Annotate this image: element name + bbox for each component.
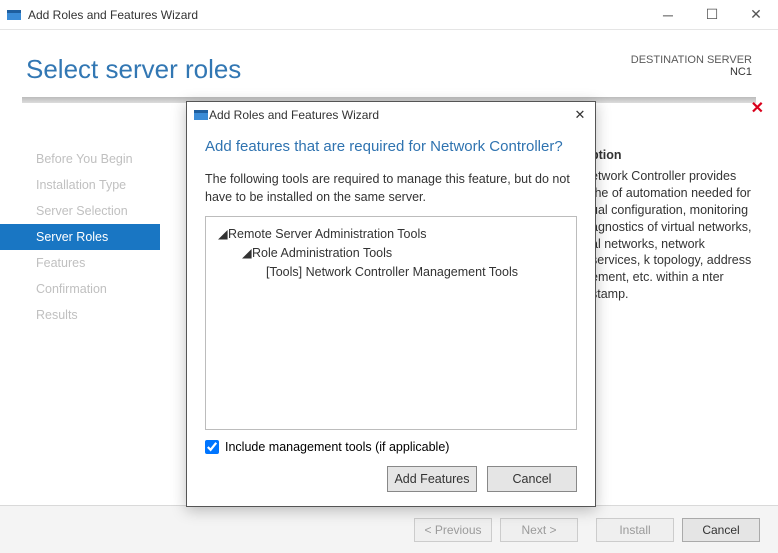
install-button[interactable]: Install [596, 518, 674, 542]
destination-info: DESTINATION SERVER NC1 [631, 54, 752, 78]
previous-button[interactable]: < Previous [414, 518, 492, 542]
window-titlebar: Add Roles and Features Wizard ─ ☐ ✕ [0, 0, 778, 30]
wizard-footer: < Previous Next > Install Cancel [0, 505, 778, 553]
dialog-app-icon [193, 107, 209, 123]
dialog-cancel-button[interactable]: Cancel [487, 466, 577, 492]
nav-results[interactable]: Results [0, 302, 160, 328]
dialog-body: Add features that are required for Netwo… [187, 128, 595, 506]
nav-server-selection[interactable]: Server Selection [0, 198, 160, 224]
description-text: etwork Controller provides the of automa… [591, 168, 756, 303]
app-icon [6, 7, 22, 23]
cancel-button[interactable]: Cancel [682, 518, 760, 542]
destination-label: DESTINATION SERVER [631, 54, 752, 66]
dialog-heading: Add features that are required for Netwo… [205, 138, 577, 155]
dialog-explain: The following tools are required to mana… [205, 171, 577, 206]
include-tools-label: Include management tools (if applicable) [225, 440, 449, 454]
nav-before-you-begin[interactable]: Before You Begin [0, 146, 160, 172]
include-tools-checkbox[interactable] [205, 440, 219, 454]
tree-item[interactable]: [Tools] Network Controller Management To… [216, 263, 566, 282]
destination-server: NC1 [631, 66, 752, 78]
add-features-button[interactable]: Add Features [387, 466, 477, 492]
tree-item[interactable]: ◢Remote Server Administration Tools [216, 225, 566, 244]
wizard-header: Select server roles DESTINATION SERVER N… [0, 30, 778, 97]
required-tools-tree: ◢Remote Server Administration Tools ◢Rol… [205, 216, 577, 430]
role-description: ption etwork Controller provides the of … [591, 148, 756, 303]
include-tools-row[interactable]: Include management tools (if applicable) [205, 440, 577, 454]
error-icon[interactable]: ✕ [751, 98, 764, 118]
wizard-nav: Before You Begin Installation Type Serve… [0, 134, 160, 505]
tree-item[interactable]: ◢Role Administration Tools [216, 244, 566, 263]
page-title: Select server roles [26, 54, 241, 85]
dialog-titlebar: Add Roles and Features Wizard ✕ [187, 102, 595, 128]
add-features-dialog: Add Roles and Features Wizard ✕ Add feat… [186, 101, 596, 507]
dialog-title: Add Roles and Features Wizard [209, 108, 569, 122]
dialog-close-button[interactable]: ✕ [569, 104, 591, 126]
window-title: Add Roles and Features Wizard [28, 8, 646, 22]
nav-installation-type[interactable]: Installation Type [0, 172, 160, 198]
close-button[interactable]: ✕ [734, 0, 778, 30]
maximize-button[interactable]: ☐ [690, 0, 734, 30]
expand-icon[interactable]: ◢ [242, 244, 252, 263]
expand-icon[interactable]: ◢ [218, 225, 228, 244]
description-heading: ption [591, 148, 756, 162]
wizard-main: Select server roles DESTINATION SERVER N… [0, 30, 778, 553]
minimize-button[interactable]: ─ [646, 0, 690, 30]
nav-confirmation[interactable]: Confirmation [0, 276, 160, 302]
nav-server-roles[interactable]: Server Roles [0, 224, 160, 250]
next-button[interactable]: Next > [500, 518, 578, 542]
nav-features[interactable]: Features [0, 250, 160, 276]
dialog-buttons: Add Features Cancel [205, 466, 577, 492]
